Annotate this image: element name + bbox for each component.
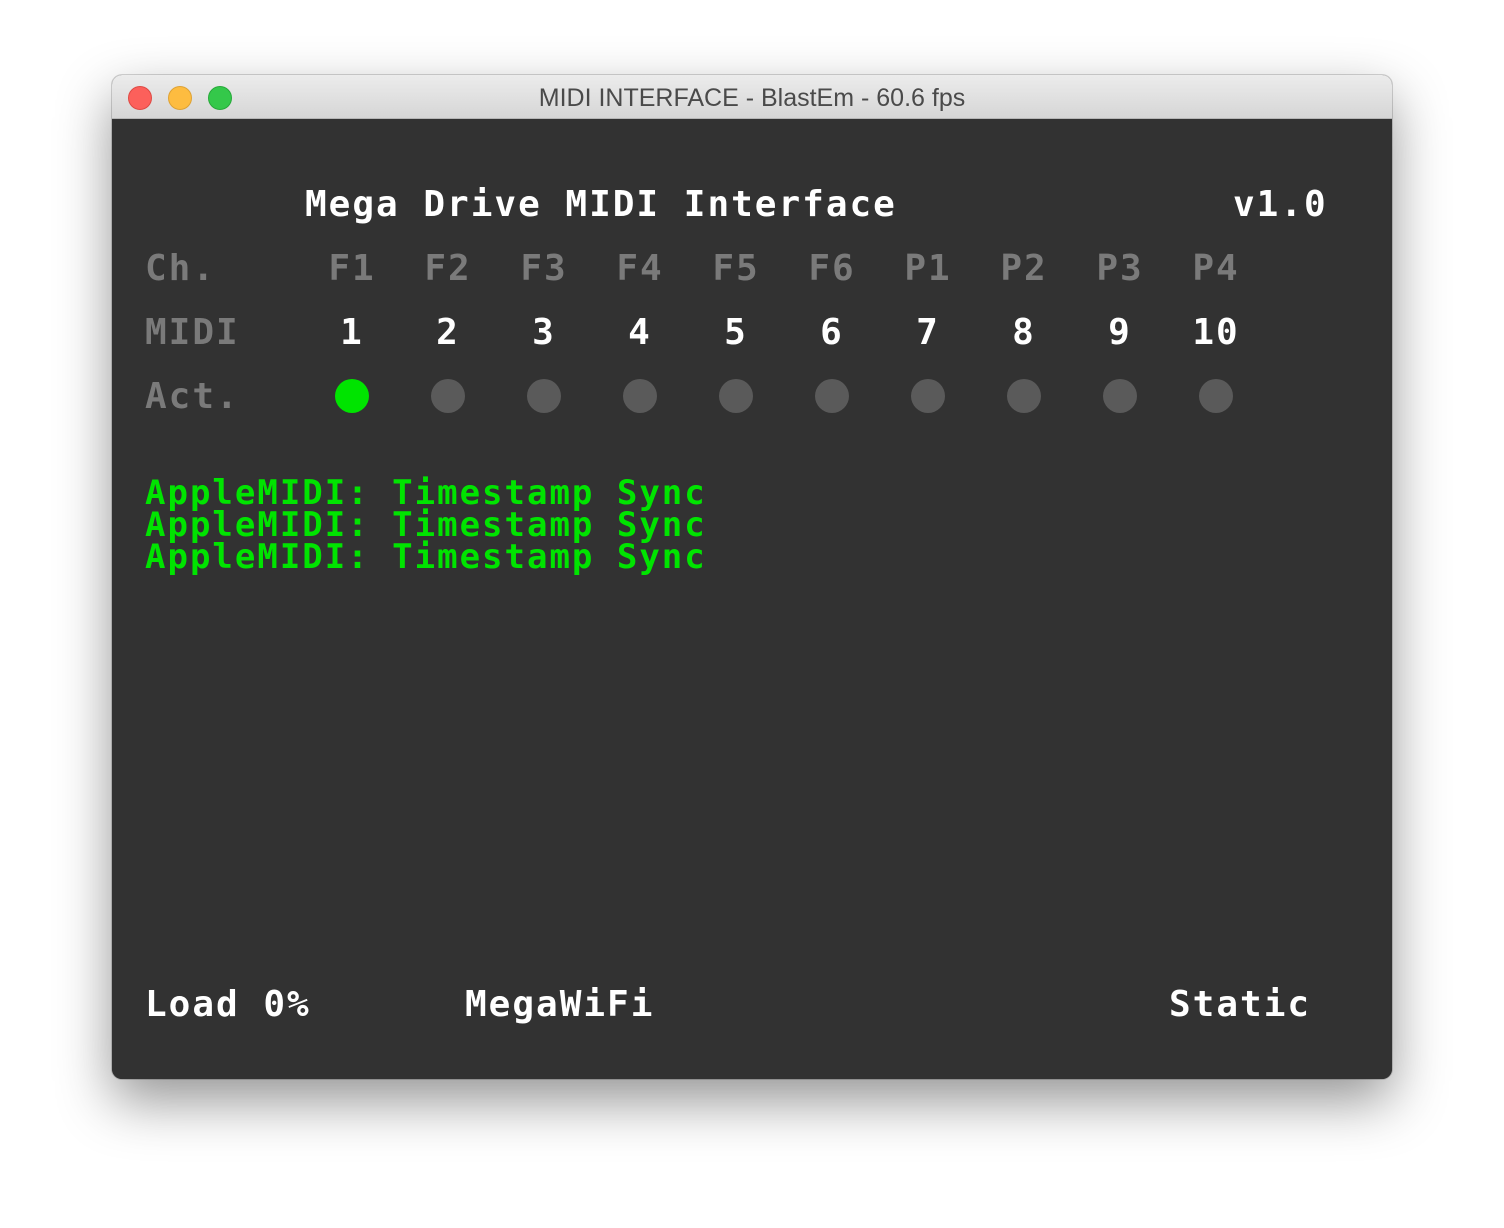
emulator-screen[interactable]: Mega Drive MIDI Interface v1.0 Ch. MIDI … (112, 119, 1392, 1079)
activity-indicator-off (815, 379, 849, 413)
mode-status: Static (1169, 984, 1312, 1025)
channel-name: P1 (904, 248, 952, 289)
midi-channel-number: 7 (916, 312, 940, 353)
channel-name: F3 (520, 248, 568, 289)
channel-name: F1 (328, 248, 376, 289)
activity-indicator-off (1199, 379, 1233, 413)
log-line: AppleMIDI: Timestamp Sync (145, 537, 707, 577)
window-title: MIDI INTERFACE - BlastEm - 60.6 fps (538, 84, 966, 112)
midi-row-label: MIDI (145, 312, 240, 353)
midi-channel-number: 2 (436, 312, 460, 353)
channel-name: F6 (808, 248, 856, 289)
activity-indicator-off (527, 379, 561, 413)
title-bar[interactable]: MIDI INTERFACE - BlastEm - 60.6 fps (112, 75, 1392, 119)
channel-name: P3 (1096, 248, 1144, 289)
midi-channel-number: 9 (1108, 312, 1132, 353)
activity-indicator-off (623, 379, 657, 413)
channel-name: F4 (616, 248, 664, 289)
channel-name: F5 (712, 248, 760, 289)
midi-channel-number: 8 (1012, 312, 1036, 353)
activity-indicator-on (335, 379, 369, 413)
activity-indicator-off (1007, 379, 1041, 413)
activity-indicator-off (911, 379, 945, 413)
midi-channel-number: 1 (340, 312, 364, 353)
emulator-window: MIDI INTERFACE - BlastEm - 60.6 fps Mega… (112, 75, 1392, 1079)
activity-indicator-off (1103, 379, 1137, 413)
network-status: MegaWiFi (465, 984, 655, 1025)
version-label: v1.0 (1233, 184, 1328, 225)
activity-row-label: Act. (145, 376, 240, 417)
activity-indicator-off (719, 379, 753, 413)
channel-row-label: Ch. (145, 248, 217, 289)
activity-indicator-off (431, 379, 465, 413)
midi-channel-number: 3 (532, 312, 556, 353)
channel-name: F2 (424, 248, 472, 289)
load-status: Load 0% (145, 984, 311, 1025)
channel-name: P2 (1000, 248, 1048, 289)
channel-name: P4 (1192, 248, 1240, 289)
midi-channel-number: 6 (820, 312, 844, 353)
midi-channel-number: 10 (1192, 312, 1240, 353)
midi-channel-number: 4 (628, 312, 652, 353)
app-title: Mega Drive MIDI Interface (305, 184, 897, 225)
midi-channel-number: 5 (724, 312, 748, 353)
